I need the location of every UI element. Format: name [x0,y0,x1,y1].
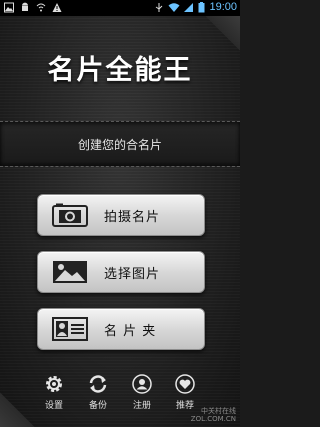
status-left-icons [4,2,62,13]
gear-icon [46,376,62,392]
card-holder-label: 名 片 夹 [104,324,157,339]
nav-backup[interactable]: 备份 [78,374,118,411]
user-icon [132,374,152,394]
wifi-alert-icon [36,3,46,12]
card-holder-button[interactable]: 名 片 夹 [37,308,205,350]
android-icon [22,2,28,11]
gallery-icon [4,2,14,13]
capture-card-label: 拍摄名片 [104,210,161,225]
select-picture-button[interactable]: 选择图片 [37,251,205,293]
app-subtitle: 创建您的合名片 [77,138,162,152]
camera-icon [52,203,88,227]
nav-settings-label: 设置 [44,401,63,411]
watermark-line2: ZOL.COM.CN [190,415,236,423]
picture-icon [53,261,87,283]
nav-register-label: 注册 [132,401,151,411]
sync-icon [89,375,107,393]
app-screen: 19:00 名片全能王 创建您的合名片 拍摄名片 选择图片 名 片 夹 设置 备… [0,0,240,427]
heart-icon [175,374,195,394]
battery-icon [198,1,205,12]
contact-card-icon [52,317,88,341]
usb-icon [156,2,163,12]
capture-card-button[interactable]: 拍摄名片 [37,194,205,236]
status-time: 19:00 [209,1,237,13]
nav-settings[interactable]: 设置 [34,374,74,411]
status-bar: 19:00 [0,0,240,16]
watermark-line1: 中关村在线 [201,407,236,415]
warning-icon [52,3,62,12]
select-picture-label: 选择图片 [104,267,161,282]
app-title: 名片全能王 [47,55,193,86]
signal-icon [184,2,194,12]
nav-recommend[interactable]: 推荐 [165,374,205,411]
wifi-icon [168,2,180,12]
status-right-icons: 19:00 [154,1,237,13]
watermark: 中关村在线 ZOL.COM.CN [191,407,236,423]
nav-backup-label: 备份 [88,401,107,411]
nav-register[interactable]: 注册 [122,374,162,411]
